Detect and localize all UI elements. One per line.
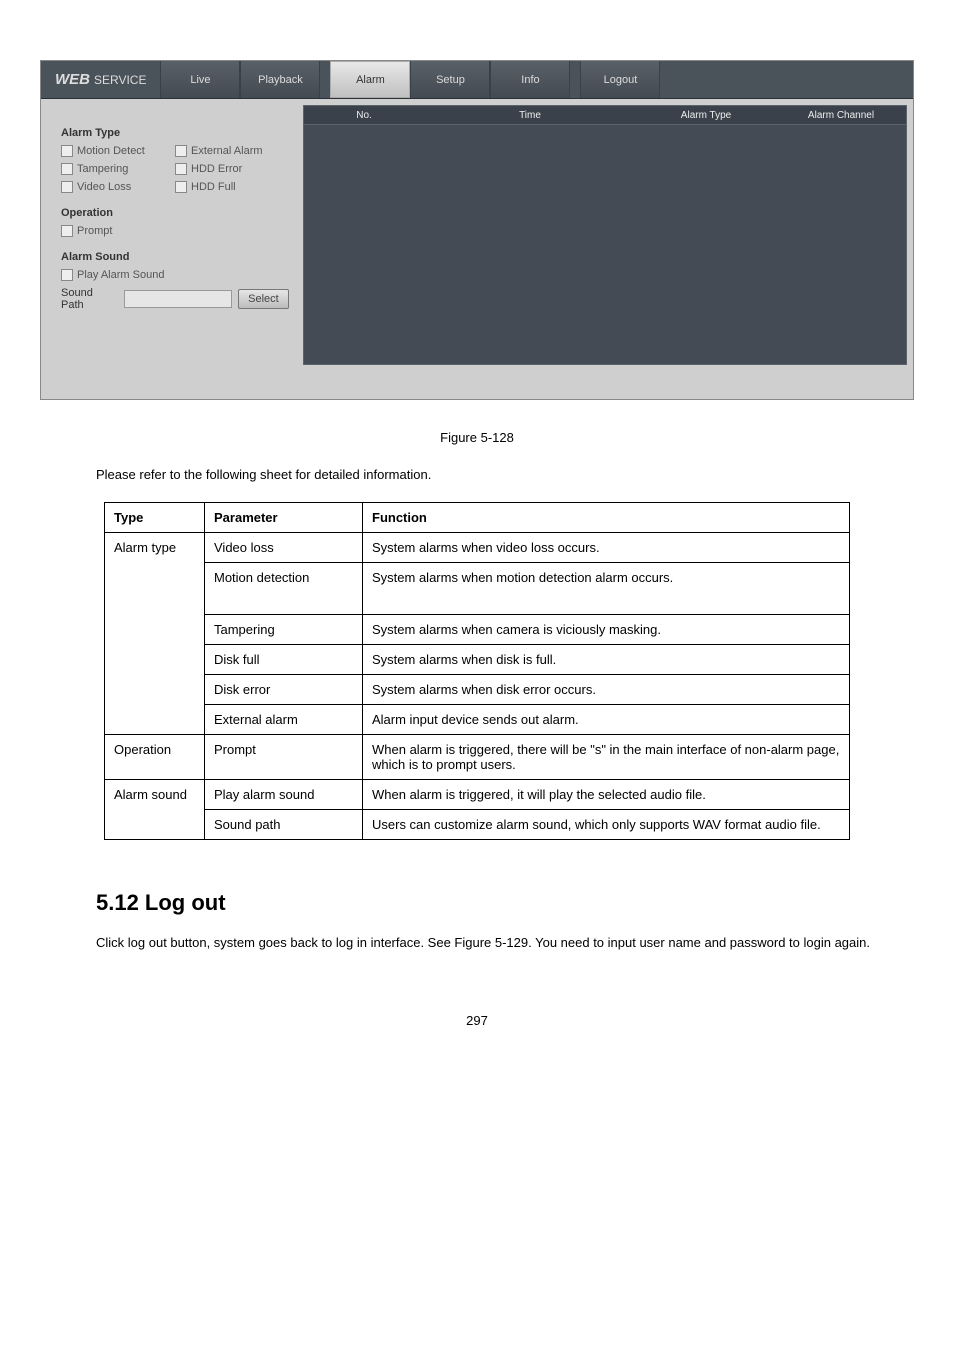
app-body: Alarm Type Motion Detect External Alarm … xyxy=(41,99,913,371)
cell-func: System alarms when disk error occurs. xyxy=(363,675,850,705)
cell-func: Alarm input device sends out alarm. xyxy=(363,705,850,735)
cell-param: Tampering xyxy=(205,615,363,645)
alarm-table-body xyxy=(303,125,907,365)
logo-sub: SERVICE xyxy=(94,73,146,87)
figure-caption: Figure 5-128 xyxy=(40,430,914,445)
cell-param: Video loss xyxy=(205,533,363,563)
logo-bold: WEB xyxy=(55,71,90,88)
play-alarm-sound-checkbox[interactable] xyxy=(61,269,73,281)
tab-alarm[interactable]: Alarm xyxy=(330,61,410,98)
cell-param: External alarm xyxy=(205,705,363,735)
col-alarm-channel: Alarm Channel xyxy=(776,110,906,121)
hdd-error-label: HDD Error xyxy=(191,163,242,175)
alarm-type-title: Alarm Type xyxy=(61,127,289,139)
cell-param: Play alarm sound xyxy=(205,780,363,810)
cell-type: Alarm type xyxy=(105,533,205,735)
tab-setup[interactable]: Setup xyxy=(410,61,490,98)
external-alarm-label: External Alarm xyxy=(191,145,263,157)
cell-param: Disk full xyxy=(205,645,363,675)
cell-type: Operation xyxy=(105,735,205,780)
alarm-list-panel: No. Time Alarm Type Alarm Channel xyxy=(303,105,907,365)
page-number: 297 xyxy=(40,1013,914,1028)
cell-func: System alarms when motion detection alar… xyxy=(363,563,850,615)
tab-live[interactable]: Live xyxy=(160,61,240,98)
operation-title: Operation xyxy=(61,207,289,219)
prompt-checkbox[interactable] xyxy=(61,225,73,237)
video-loss-checkbox[interactable] xyxy=(61,181,73,193)
cell-func: When alarm is triggered, it will play th… xyxy=(363,780,850,810)
alarm-sound-title: Alarm Sound xyxy=(61,251,289,263)
cell-param: Prompt xyxy=(205,735,363,780)
hdd-error-checkbox[interactable] xyxy=(175,163,187,175)
app-header: WEB SERVICE Live Playback Alarm Setup In… xyxy=(41,61,913,99)
th-param: Parameter xyxy=(205,503,363,533)
section-heading: 5.12 Log out xyxy=(96,890,914,916)
cell-func: System alarms when disk is full. xyxy=(363,645,850,675)
tab-logout[interactable]: Logout xyxy=(580,61,660,98)
app-footer xyxy=(41,371,913,399)
app-logo: WEB SERVICE xyxy=(41,61,160,98)
col-time: Time xyxy=(424,110,636,121)
cell-func: System alarms when video loss occurs. xyxy=(363,533,850,563)
th-type: Type xyxy=(105,503,205,533)
hdd-full-checkbox[interactable] xyxy=(175,181,187,193)
motion-detect-checkbox[interactable] xyxy=(61,145,73,157)
cell-param: Sound path xyxy=(205,810,363,840)
cell-func: When alarm is triggered, there will be "… xyxy=(363,735,850,780)
tab-playback[interactable]: Playback xyxy=(240,61,320,98)
tab-info[interactable]: Info xyxy=(490,61,570,98)
cell-func: System alarms when camera is viciously m… xyxy=(363,615,850,645)
prompt-label: Prompt xyxy=(77,225,112,237)
sound-path-label: Sound Path xyxy=(61,287,118,311)
select-button[interactable]: Select xyxy=(238,289,289,309)
col-alarm-type: Alarm Type xyxy=(636,110,776,121)
tampering-checkbox[interactable] xyxy=(61,163,73,175)
motion-detect-label: Motion Detect xyxy=(77,145,145,157)
cell-func: Users can customize alarm sound, which o… xyxy=(363,810,850,840)
sound-path-input[interactable] xyxy=(124,290,232,308)
cell-param: Motion detection xyxy=(205,563,363,615)
play-alarm-sound-label: Play Alarm Sound xyxy=(77,269,164,281)
cell-param: Disk error xyxy=(205,675,363,705)
tampering-label: Tampering xyxy=(77,163,128,175)
parameter-table: Type Parameter Function Alarm type Video… xyxy=(104,502,850,840)
alarm-settings-panel: Alarm Type Motion Detect External Alarm … xyxy=(47,105,303,365)
alarm-table-header: No. Time Alarm Type Alarm Channel xyxy=(303,105,907,125)
lead-text: Please refer to the following sheet for … xyxy=(96,467,914,482)
col-no: No. xyxy=(304,110,424,121)
section-paragraph: Click log out button, system goes back t… xyxy=(96,934,914,953)
external-alarm-checkbox[interactable] xyxy=(175,145,187,157)
cell-type: Alarm sound xyxy=(105,780,205,840)
video-loss-label: Video Loss xyxy=(77,181,131,193)
web-service-screenshot: WEB SERVICE Live Playback Alarm Setup In… xyxy=(40,60,914,400)
th-func: Function xyxy=(363,503,850,533)
hdd-full-label: HDD Full xyxy=(191,181,236,193)
